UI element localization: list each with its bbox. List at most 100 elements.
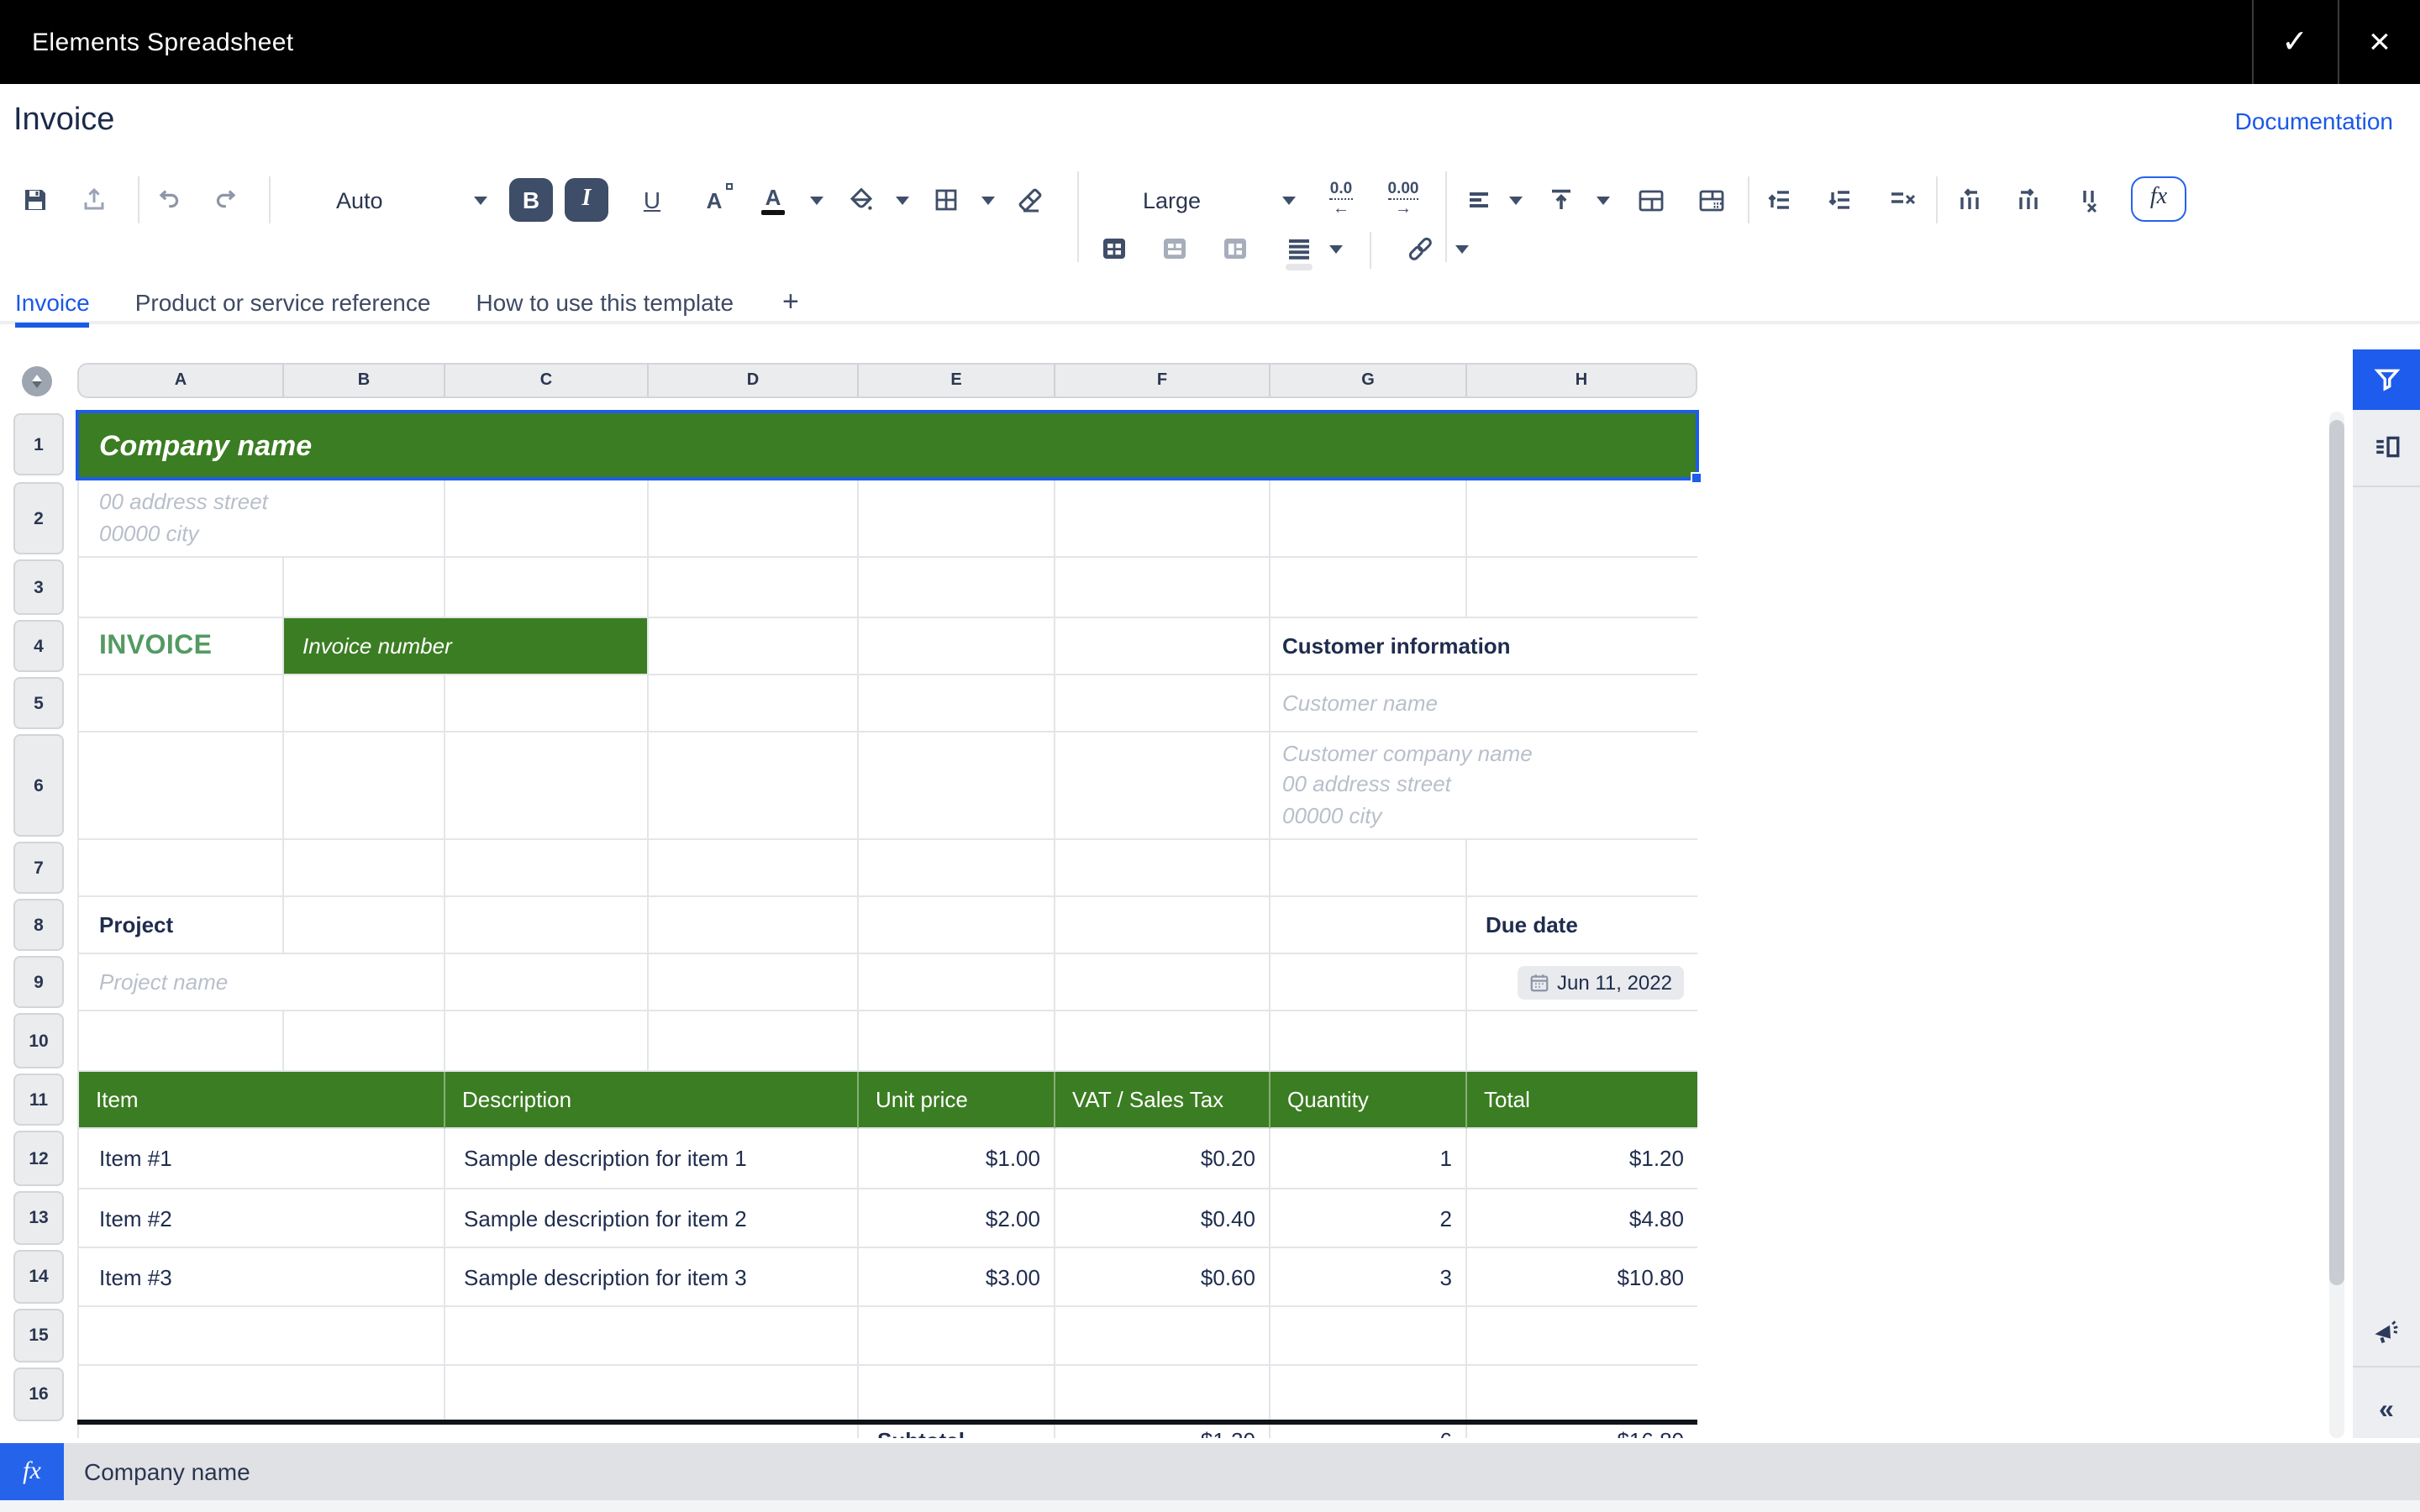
vertical-align-button[interactable] (1544, 178, 1578, 222)
filter-button[interactable] (2353, 349, 2420, 410)
cell[interactable] (284, 675, 445, 732)
cell[interactable] (859, 558, 1055, 618)
close-button[interactable]: × (2339, 0, 2420, 84)
cell-vat-3[interactable]: $0.60 (1055, 1248, 1270, 1307)
row-header-11[interactable]: 11 (13, 1074, 64, 1126)
cell[interactable] (79, 1425, 859, 1438)
cell[interactable] (859, 732, 1055, 840)
row-header-10[interactable]: 10 (13, 1013, 64, 1068)
row-header-3[interactable]: 3 (13, 559, 64, 615)
cell[interactable] (1055, 954, 1270, 1011)
row-header-5[interactable]: 5 (13, 677, 64, 729)
cell[interactable] (1270, 840, 1467, 897)
row-header-13[interactable]: 13 (13, 1191, 64, 1245)
vertical-align-chevron[interactable] (1593, 178, 1613, 222)
redo-button[interactable] (208, 178, 242, 222)
font-color-chevron[interactable] (807, 178, 827, 222)
cell-qty-2[interactable]: 2 (1270, 1189, 1467, 1248)
documentation-link[interactable]: Documentation (2235, 108, 2393, 134)
cell[interactable] (79, 1011, 284, 1072)
cell[interactable] (445, 675, 649, 732)
cell-qty-1[interactable]: 1 (1270, 1129, 1467, 1189)
cell[interactable] (1467, 1011, 1697, 1072)
cell[interactable] (445, 558, 649, 618)
cell[interactable] (649, 480, 859, 558)
fill-handle[interactable] (1691, 472, 1702, 484)
cell[interactable] (79, 558, 284, 618)
cell[interactable] (445, 732, 649, 840)
cell[interactable] (859, 1011, 1055, 1072)
borders-button[interactable] (929, 178, 963, 222)
header-description[interactable]: Description (445, 1072, 859, 1129)
column-header-a[interactable]: A (79, 365, 284, 396)
delete-column-button[interactable] (2072, 178, 2109, 222)
cell[interactable] (1055, 1307, 1270, 1366)
row-header-14[interactable]: 14 (13, 1250, 64, 1304)
row-header-15[interactable]: 15 (13, 1309, 64, 1362)
horizontal-align-button[interactable] (1462, 178, 1496, 222)
cell[interactable] (1270, 1307, 1467, 1366)
merge-style-button[interactable] (1097, 232, 1131, 265)
cell[interactable] (284, 1011, 445, 1072)
cell-subtotal-label[interactable]: Subtotal (859, 1425, 1055, 1438)
cell[interactable] (79, 1366, 445, 1425)
cell-subtotal-vat[interactable]: $1.20 (1055, 1425, 1270, 1438)
cell[interactable] (445, 1011, 649, 1072)
text-style-button[interactable]: A (696, 178, 733, 222)
clear-format-button[interactable] (1012, 178, 1049, 222)
horizontal-align-chevron[interactable] (1506, 178, 1526, 222)
borders-chevron[interactable] (978, 178, 998, 222)
font-color-button[interactable]: A (756, 178, 790, 222)
cell[interactable] (859, 954, 1055, 1011)
column-header-c[interactable]: C (445, 365, 649, 396)
cell[interactable] (1055, 558, 1270, 618)
vertical-scrollbar[interactable] (2329, 412, 2344, 1438)
cell-item-2[interactable]: Item #2 (79, 1189, 445, 1248)
cell-company-address[interactable]: 00 address street 00000 city (79, 480, 445, 558)
insert-link-chevron[interactable] (1452, 232, 1472, 265)
formula-toggle-button[interactable]: fx (2131, 176, 2186, 220)
row-header-8[interactable]: 8 (13, 899, 64, 951)
cell-subtotal-qty[interactable]: 6 (1270, 1425, 1467, 1438)
cell[interactable] (1467, 1307, 1697, 1366)
undo-button[interactable] (151, 178, 185, 222)
collapse-sidebar-button[interactable]: « (2353, 1374, 2420, 1448)
cell[interactable] (1055, 675, 1270, 732)
cell[interactable] (1055, 1011, 1270, 1072)
row-header-12[interactable]: 12 (13, 1131, 64, 1186)
cell-desc-2[interactable]: Sample description for item 2 (445, 1189, 859, 1248)
row-header-2[interactable]: 2 (13, 482, 64, 554)
row-header-6[interactable]: 6 (13, 734, 64, 837)
date-picker-chip[interactable]: Jun 11, 2022 (1518, 965, 1684, 999)
cell[interactable] (79, 840, 284, 897)
cell-price-3[interactable]: $3.00 (859, 1248, 1055, 1307)
font-select[interactable]: Auto (336, 178, 420, 222)
tab-invoice[interactable]: Invoice (15, 281, 90, 323)
cell[interactable] (1055, 618, 1270, 675)
header-quantity[interactable]: Quantity (1270, 1072, 1467, 1129)
size-select-chevron[interactable] (1279, 178, 1299, 222)
cell-item-3[interactable]: Item #3 (79, 1248, 445, 1307)
cell[interactable] (1270, 558, 1467, 618)
increase-decimal-button[interactable]: 0.00→ (1381, 178, 1425, 222)
cell-project-label[interactable]: Project (79, 897, 284, 954)
header-vat[interactable]: VAT / Sales Tax (1055, 1072, 1270, 1129)
cell-total-3[interactable]: $10.80 (1467, 1248, 1697, 1307)
row-header-9[interactable]: 9 (13, 956, 64, 1008)
italic-button[interactable]: I (565, 178, 608, 222)
cell[interactable] (79, 1307, 445, 1366)
cell-desc-1[interactable]: Sample description for item 1 (445, 1129, 859, 1189)
merge-cells-button[interactable] (1634, 178, 1669, 222)
cell-due-date-label[interactable]: Due date (1467, 897, 1697, 954)
cell[interactable] (1270, 954, 1467, 1011)
cell[interactable] (649, 1011, 859, 1072)
cell[interactable] (1467, 1366, 1697, 1425)
cell[interactable] (649, 732, 859, 840)
header-item[interactable]: Item (79, 1072, 445, 1129)
cell-price-2[interactable]: $2.00 (859, 1189, 1055, 1248)
cell[interactable] (859, 1307, 1055, 1366)
announcements-button[interactable] (2353, 1294, 2420, 1368)
add-sheet-button[interactable]: + (782, 285, 799, 318)
cell-project-name[interactable]: Project name (79, 954, 445, 1011)
insert-column-right-button[interactable] (2012, 178, 2045, 222)
